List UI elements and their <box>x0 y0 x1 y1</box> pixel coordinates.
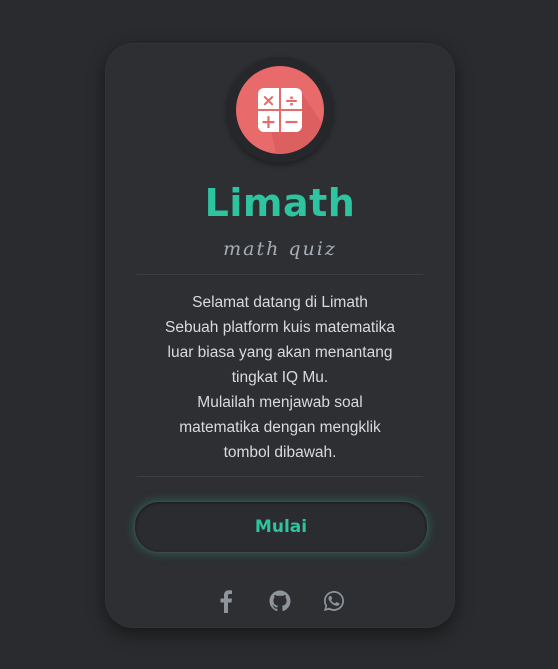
description-line: tingkat IQ Mu. <box>231 369 329 386</box>
description-line: Sebuah platform kuis matematika <box>164 319 396 336</box>
logo-frame: × ÷ + − <box>227 57 333 163</box>
description-line: Mulailah menjawab soal <box>197 394 363 411</box>
logo-symbol-divide: ÷ <box>284 91 298 111</box>
github-icon[interactable] <box>267 588 293 614</box>
logo-symbol-multiply: × <box>261 91 275 111</box>
welcome-card: × ÷ + − Limath math quiz Selamat datang … <box>105 43 455 628</box>
facebook-icon[interactable] <box>213 588 239 614</box>
description-line: matematika dengan mengklik <box>179 419 381 436</box>
description: Selamat datang di Limath Sebuah platform… <box>135 290 425 465</box>
social-links <box>105 588 455 614</box>
logo-symbol-plus: + <box>261 111 277 133</box>
whatsapp-icon[interactable] <box>321 588 347 614</box>
description-line: luar biasa yang akan menantang <box>167 344 393 361</box>
divider-top <box>137 274 423 275</box>
logo-symbol-minus: − <box>284 111 300 133</box>
description-line: tombol dibawah. <box>223 444 337 461</box>
calculator-icon: × ÷ + − <box>236 66 324 154</box>
app-title: Limath <box>204 181 356 225</box>
description-line: Selamat datang di Limath <box>192 294 368 311</box>
start-button[interactable]: Mulai <box>134 501 428 553</box>
app-subtitle: math quiz <box>223 238 337 260</box>
page: × ÷ + − Limath math quiz Selamat datang … <box>0 0 558 669</box>
divider-bottom <box>137 476 423 477</box>
